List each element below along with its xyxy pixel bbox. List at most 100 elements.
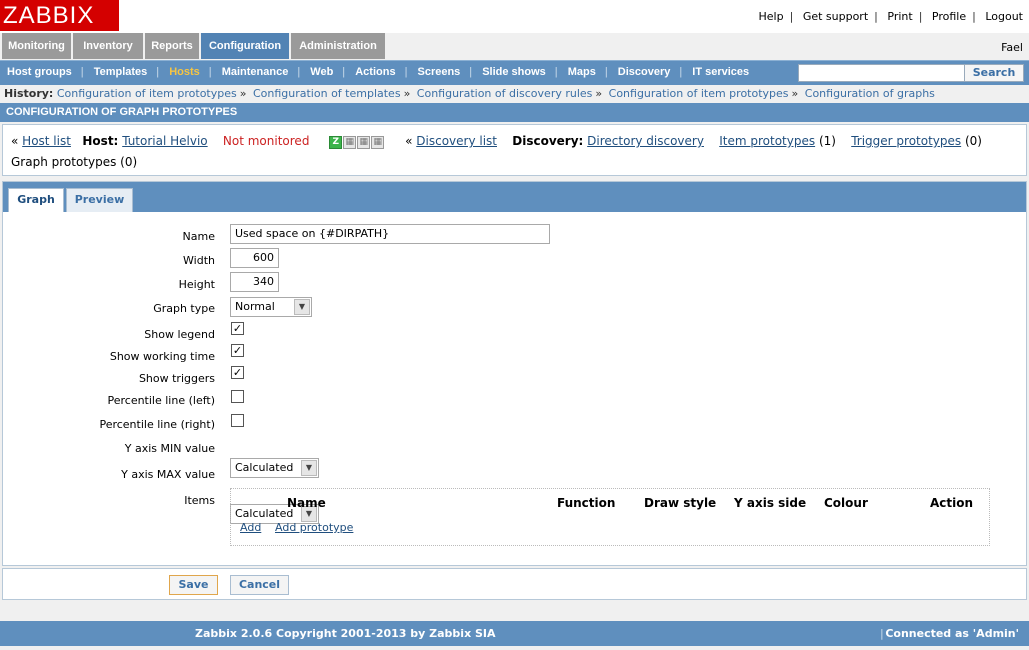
host-label: Host: [82,134,119,148]
main-menu-inventory[interactable]: Inventory [73,33,143,59]
main-menu: Monitoring Inventory Reports Configurati… [0,33,1029,60]
discovery-name-link[interactable]: Directory discovery [587,134,704,148]
submenu-maintenance[interactable]: Maintenance [222,66,289,78]
search-input[interactable] [798,64,965,82]
y-min-value: Calculated [235,461,294,474]
main-menu-administration[interactable]: Administration [291,33,385,59]
percentile-right-checkbox[interactable] [231,414,244,427]
submenu-actions[interactable]: Actions [355,66,395,78]
show-working-time-checkbox[interactable]: ✓ [231,344,244,357]
width-input[interactable]: 600 [230,248,279,268]
top-bar: ZABBIX Help | Get support | Print | Profile… [0,0,1029,33]
host-status[interactable]: Not monitored [223,134,310,148]
jmx-icon: ▦ [357,135,371,149]
submenu-templates[interactable]: Templates [94,66,148,78]
submenu-it-services[interactable]: IT services [692,66,749,78]
percentile-left-checkbox[interactable] [231,390,244,403]
page-title: CONFIGURATION OF GRAPH PROTOTYPES [0,103,1029,122]
add-prototype-link[interactable]: Add prototype [275,521,353,534]
snmp-icon: ▦ [343,135,357,149]
profile-link[interactable]: Profile [932,10,966,23]
submenu-hosts[interactable]: Hosts [169,66,200,78]
name-input[interactable]: Used space on {#DIRPATH} [230,224,550,244]
height-label: Height [178,278,215,291]
item-prototypes-link[interactable]: Item prototypes [719,134,815,148]
submenu-screens[interactable]: Screens [417,66,460,78]
save-button[interactable]: Save [169,575,218,595]
print-link[interactable]: Print [887,10,912,23]
submenu-host-groups[interactable]: Host groups [7,66,72,78]
host-list-link[interactable]: Host list [22,134,71,148]
tab-preview[interactable]: Preview [66,188,133,212]
separator: | [918,10,923,23]
show-triggers-checkbox[interactable]: ✓ [231,366,244,379]
search-button[interactable]: Search [964,64,1024,82]
items-table: Name Function Draw style Y axis side Col… [230,488,990,546]
graph-prototypes-count: Graph prototypes (0) [11,155,138,169]
discovery-label: Discovery: [512,134,584,148]
user-name: Fael [1001,41,1023,54]
tab-bar: Graph Preview [3,182,1026,212]
name-label: Name [182,230,215,243]
logout-link[interactable]: Logout [985,10,1023,23]
separator: « [405,134,413,148]
items-header-function: Function [557,496,616,510]
separator: » [595,87,603,100]
percentile-right-label: Percentile line (right) [99,418,215,431]
graph-type-value: Normal [235,300,275,313]
items-header-name: Name [287,496,326,510]
separator: | [404,66,408,78]
items-header-y-axis-side: Y axis side [734,496,807,510]
separator: | [789,10,794,23]
copyright: Zabbix 2.0.6 Copyright 2001-2013 by Zabb… [195,627,496,640]
separator: | [469,66,473,78]
zabbix-agent-icon: Z [329,135,343,149]
main-menu-configuration[interactable]: Configuration [201,33,289,59]
separator: | [874,10,878,23]
height-input[interactable]: 340 [230,272,279,292]
zabbix-logo[interactable]: ZABBIX [0,0,119,31]
add-item-link[interactable]: Add [240,521,261,534]
history-item[interactable]: Configuration of discovery rules [417,87,593,100]
ipmi-icon: ▦ [371,135,385,149]
chevron-down-icon: ▼ [301,460,317,476]
history-item[interactable]: Configuration of graphs [805,87,935,100]
submenu-slide-shows[interactable]: Slide shows [482,66,546,78]
host-name-link[interactable]: Tutorial Helvio [122,134,207,148]
separator: | [297,66,301,78]
separator: | [208,66,212,78]
discovery-list-link[interactable]: Discovery list [416,134,497,148]
get-support-link[interactable]: Get support [803,10,868,23]
submenu-maps[interactable]: Maps [568,66,596,78]
cancel-button[interactable]: Cancel [230,575,289,595]
tab-graph[interactable]: Graph [8,188,64,212]
show-triggers-label: Show triggers [138,372,215,385]
graph-form: Graph Preview Name Used space on {#DIRPA… [2,181,1027,566]
separator: « [11,134,19,148]
y-min-select[interactable]: Calculated ▼ [230,458,319,478]
show-legend-label: Show legend [144,328,215,341]
history-item[interactable]: Configuration of item prototypes [57,87,237,100]
graph-type-label: Graph type [153,302,215,315]
separator: | [972,10,976,23]
submenu-web[interactable]: Web [310,66,333,78]
items-header-draw-style: Draw style [644,496,717,510]
footer: Zabbix 2.0.6 Copyright 2001-2013 by Zabb… [0,621,1029,646]
trigger-prototypes-link[interactable]: Trigger prototypes [851,134,961,148]
host-info-box: « Host list Host: Tutorial Helvio Not mo… [2,124,1027,176]
trigger-prototypes-count: (0) [964,134,982,148]
submenu-discovery[interactable]: Discovery [618,66,671,78]
top-links: Help | Get support | Print | Profile | Logou… [759,10,1023,23]
separator: » [403,87,411,100]
graph-type-select[interactable]: Normal ▼ [230,297,312,317]
history-item[interactable]: Configuration of item prototypes [609,87,789,100]
help-link[interactable]: Help [759,10,784,23]
main-menu-monitoring[interactable]: Monitoring [2,33,71,59]
main-menu-reports[interactable]: Reports [145,33,199,59]
sub-menu: Host groups | Templates | Hosts | Maintenan… [0,60,1029,85]
show-legend-checkbox[interactable]: ✓ [231,322,244,335]
y-min-label: Y axis MIN value [124,442,215,455]
history-item[interactable]: Configuration of templates [253,87,401,100]
connected-as: Connected as 'Admin' [885,627,1019,640]
separator: » [791,87,799,100]
